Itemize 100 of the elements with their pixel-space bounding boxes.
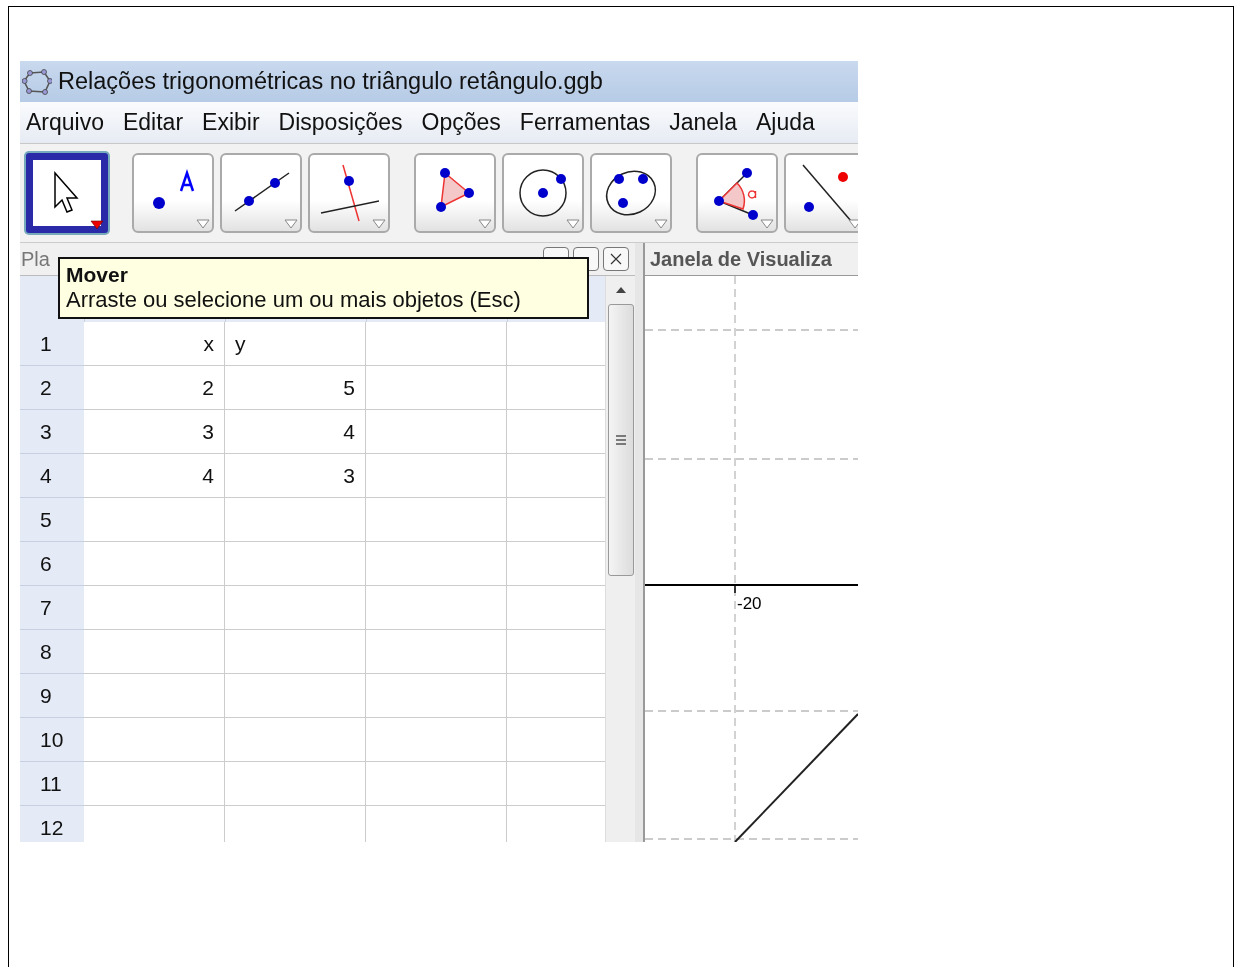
menu-item[interactable]: Disposições: [278, 109, 403, 136]
table-cell[interactable]: [225, 630, 366, 674]
row-header[interactable]: 11: [20, 762, 84, 806]
tooltip-title: Mover: [66, 263, 129, 287]
tool-button[interactable]: [502, 153, 584, 233]
table-cell[interactable]: [507, 454, 607, 498]
menu-item[interactable]: Ferramentas: [519, 109, 651, 136]
table-cell[interactable]: [507, 674, 607, 718]
menu-item[interactable]: Editar: [123, 109, 184, 136]
caret-icon: [760, 219, 774, 229]
table-cell[interactable]: [225, 498, 366, 542]
app-icon: [22, 68, 52, 95]
table-cell[interactable]: [366, 806, 507, 842]
row-header[interactable]: 2: [20, 366, 84, 410]
table-cell[interactable]: [84, 674, 225, 718]
table-cell[interactable]: [84, 806, 225, 842]
caret-icon: [654, 219, 668, 229]
table-cell[interactable]: [366, 762, 507, 806]
table-cell[interactable]: [366, 498, 507, 542]
tool-button[interactable]: [784, 153, 858, 233]
table-cell[interactable]: [507, 366, 607, 410]
tool-button[interactable]: [696, 153, 778, 233]
tool-button[interactable]: [414, 153, 496, 233]
table-cell[interactable]: [84, 630, 225, 674]
table-cell[interactable]: [366, 674, 507, 718]
tool-button[interactable]: [308, 153, 390, 233]
caret-icon: [284, 219, 298, 229]
table-cell[interactable]: 2: [84, 366, 225, 410]
table-cell[interactable]: 5: [225, 366, 366, 410]
menu-item[interactable]: Ajuda: [756, 109, 815, 136]
row-header[interactable]: 5: [20, 498, 84, 542]
table-cell[interactable]: [366, 630, 507, 674]
menu-item[interactable]: Opções: [421, 109, 501, 136]
close-button[interactable]: [603, 247, 629, 271]
caret-icon: [478, 219, 492, 229]
tooltip-text: Arraste ou selecione um ou mais objetos (Esc): [66, 287, 522, 313]
row-header[interactable]: 6: [20, 542, 84, 586]
caret-icon: [90, 220, 104, 230]
table-cell[interactable]: [507, 718, 607, 762]
row-header[interactable]: 8: [20, 630, 84, 674]
table-cell[interactable]: [507, 586, 607, 630]
scroll-thumb[interactable]: [608, 304, 634, 576]
row-header[interactable]: 7: [20, 586, 84, 630]
table-cell[interactable]: x: [84, 322, 225, 366]
table-cell[interactable]: [366, 542, 507, 586]
tool-button[interactable]: [220, 153, 302, 233]
table-cell[interactable]: 3: [225, 454, 366, 498]
scrollbar[interactable]: [605, 276, 635, 842]
table-cell[interactable]: [507, 498, 607, 542]
table-cell[interactable]: [366, 322, 507, 366]
grip-icon: [616, 434, 626, 446]
row-header[interactable]: 4: [20, 454, 84, 498]
table-cell[interactable]: [225, 806, 366, 842]
menu-item[interactable]: Janela: [669, 109, 737, 136]
close-icon: [610, 253, 622, 265]
table-cell[interactable]: [507, 630, 607, 674]
caret-icon: [566, 219, 580, 229]
caret-icon: [196, 219, 210, 229]
table-cell[interactable]: [507, 542, 607, 586]
row-header[interactable]: 12: [20, 806, 84, 842]
table-cell[interactable]: [84, 718, 225, 762]
panel-title: Janela de Visualiza: [650, 247, 832, 271]
row-header[interactable]: 3: [20, 410, 84, 454]
crossing-lines-icon: [319, 163, 379, 223]
table-cell[interactable]: [225, 674, 366, 718]
table-cell[interactable]: [507, 322, 607, 366]
table-cell[interactable]: [507, 762, 607, 806]
window-title: Relações trigonométricas no triângulo retângulo.ggb: [58, 68, 603, 95]
table-cell[interactable]: [507, 806, 607, 842]
table-cell[interactable]: [366, 410, 507, 454]
scroll-up-icon: [615, 286, 627, 294]
table-cell[interactable]: 4: [84, 454, 225, 498]
row-header[interactable]: 1: [20, 322, 84, 366]
table-cell[interactable]: [366, 718, 507, 762]
row-header[interactable]: 10: [20, 718, 84, 762]
row-header[interactable]: 9: [20, 674, 84, 718]
axis-label: -20: [737, 594, 762, 614]
table-cell[interactable]: [84, 542, 225, 586]
tool-button[interactable]: [26, 153, 108, 233]
table-cell[interactable]: [225, 542, 366, 586]
table-cell[interactable]: [225, 718, 366, 762]
tool-button[interactable]: [590, 153, 672, 233]
table-cell[interactable]: [225, 762, 366, 806]
tool-button[interactable]: [132, 153, 214, 233]
panel-title: Pla: [21, 247, 50, 271]
table-cell[interactable]: [366, 366, 507, 410]
menu-item[interactable]: Arquivo: [26, 109, 104, 136]
table-cell[interactable]: [84, 586, 225, 630]
table-cell[interactable]: [84, 762, 225, 806]
table-cell[interactable]: y: [225, 322, 366, 366]
table-cell[interactable]: [366, 454, 507, 498]
table-cell[interactable]: [84, 498, 225, 542]
table-cell[interactable]: [507, 410, 607, 454]
menu-item[interactable]: Exibir: [202, 109, 260, 136]
table-cell[interactable]: [225, 586, 366, 630]
panel-splitter[interactable]: [635, 243, 645, 842]
table-cell[interactable]: 4: [225, 410, 366, 454]
table-cell[interactable]: [366, 586, 507, 630]
caret-icon: [372, 219, 386, 229]
table-cell[interactable]: 3: [84, 410, 225, 454]
